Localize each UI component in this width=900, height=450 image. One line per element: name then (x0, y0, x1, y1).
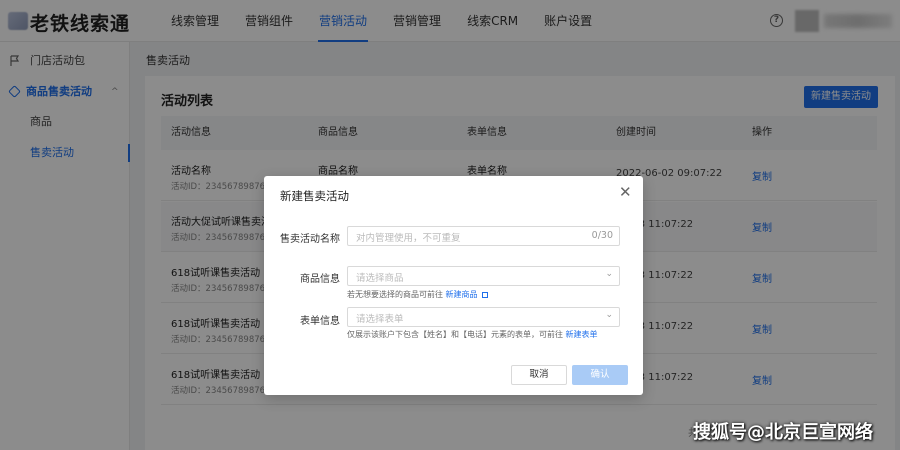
char-counter: 0/30 (591, 230, 613, 241)
form-select[interactable]: 请选择表单 ⌄ (347, 307, 620, 327)
hint-text: 若无想要选择的商品可前往 (347, 290, 443, 299)
product-label: 商品信息 (300, 274, 340, 285)
new-product-link[interactable]: 新建商品 (446, 290, 478, 299)
watermark: 搜狐号@北京巨宣网络 (693, 422, 873, 443)
dialog-title: 新建售卖活动 (280, 189, 349, 203)
cancel-button[interactable]: 取消 (511, 365, 567, 385)
select-placeholder: 请选择表单 (356, 314, 404, 325)
hint-text: 仅展示该账户下包含【姓名】和【电话】元素的表单，可前往 (347, 330, 563, 339)
product-select[interactable]: 请选择商品 ⌄ (347, 266, 620, 286)
confirm-button[interactable]: 确认 (572, 365, 628, 385)
new-form-link[interactable]: 新建表单 (566, 330, 598, 339)
close-icon[interactable]: ✕ (619, 184, 632, 200)
select-placeholder: 请选择商品 (356, 273, 404, 284)
chevron-down-icon: ⌄ (605, 310, 613, 320)
product-hint: 若无想要选择的商品可前往 新建商品 (347, 289, 489, 300)
new-sales-activity-dialog: 新建售卖活动 ✕ 售卖活动名称 对内管理使用，不可重复 0/30 商品信息 请选… (264, 176, 643, 395)
input-placeholder: 对内管理使用，不可重复 (356, 233, 461, 244)
chevron-down-icon: ⌄ (605, 269, 613, 279)
form-hint: 仅展示该账户下包含【姓名】和【电话】元素的表单，可前往 新建表单 (347, 329, 598, 340)
activity-name-label: 售卖活动名称 (280, 234, 340, 245)
external-link-icon[interactable] (482, 291, 489, 298)
activity-name-input[interactable]: 对内管理使用，不可重复 0/30 (347, 226, 620, 246)
form-label: 表单信息 (300, 316, 340, 327)
